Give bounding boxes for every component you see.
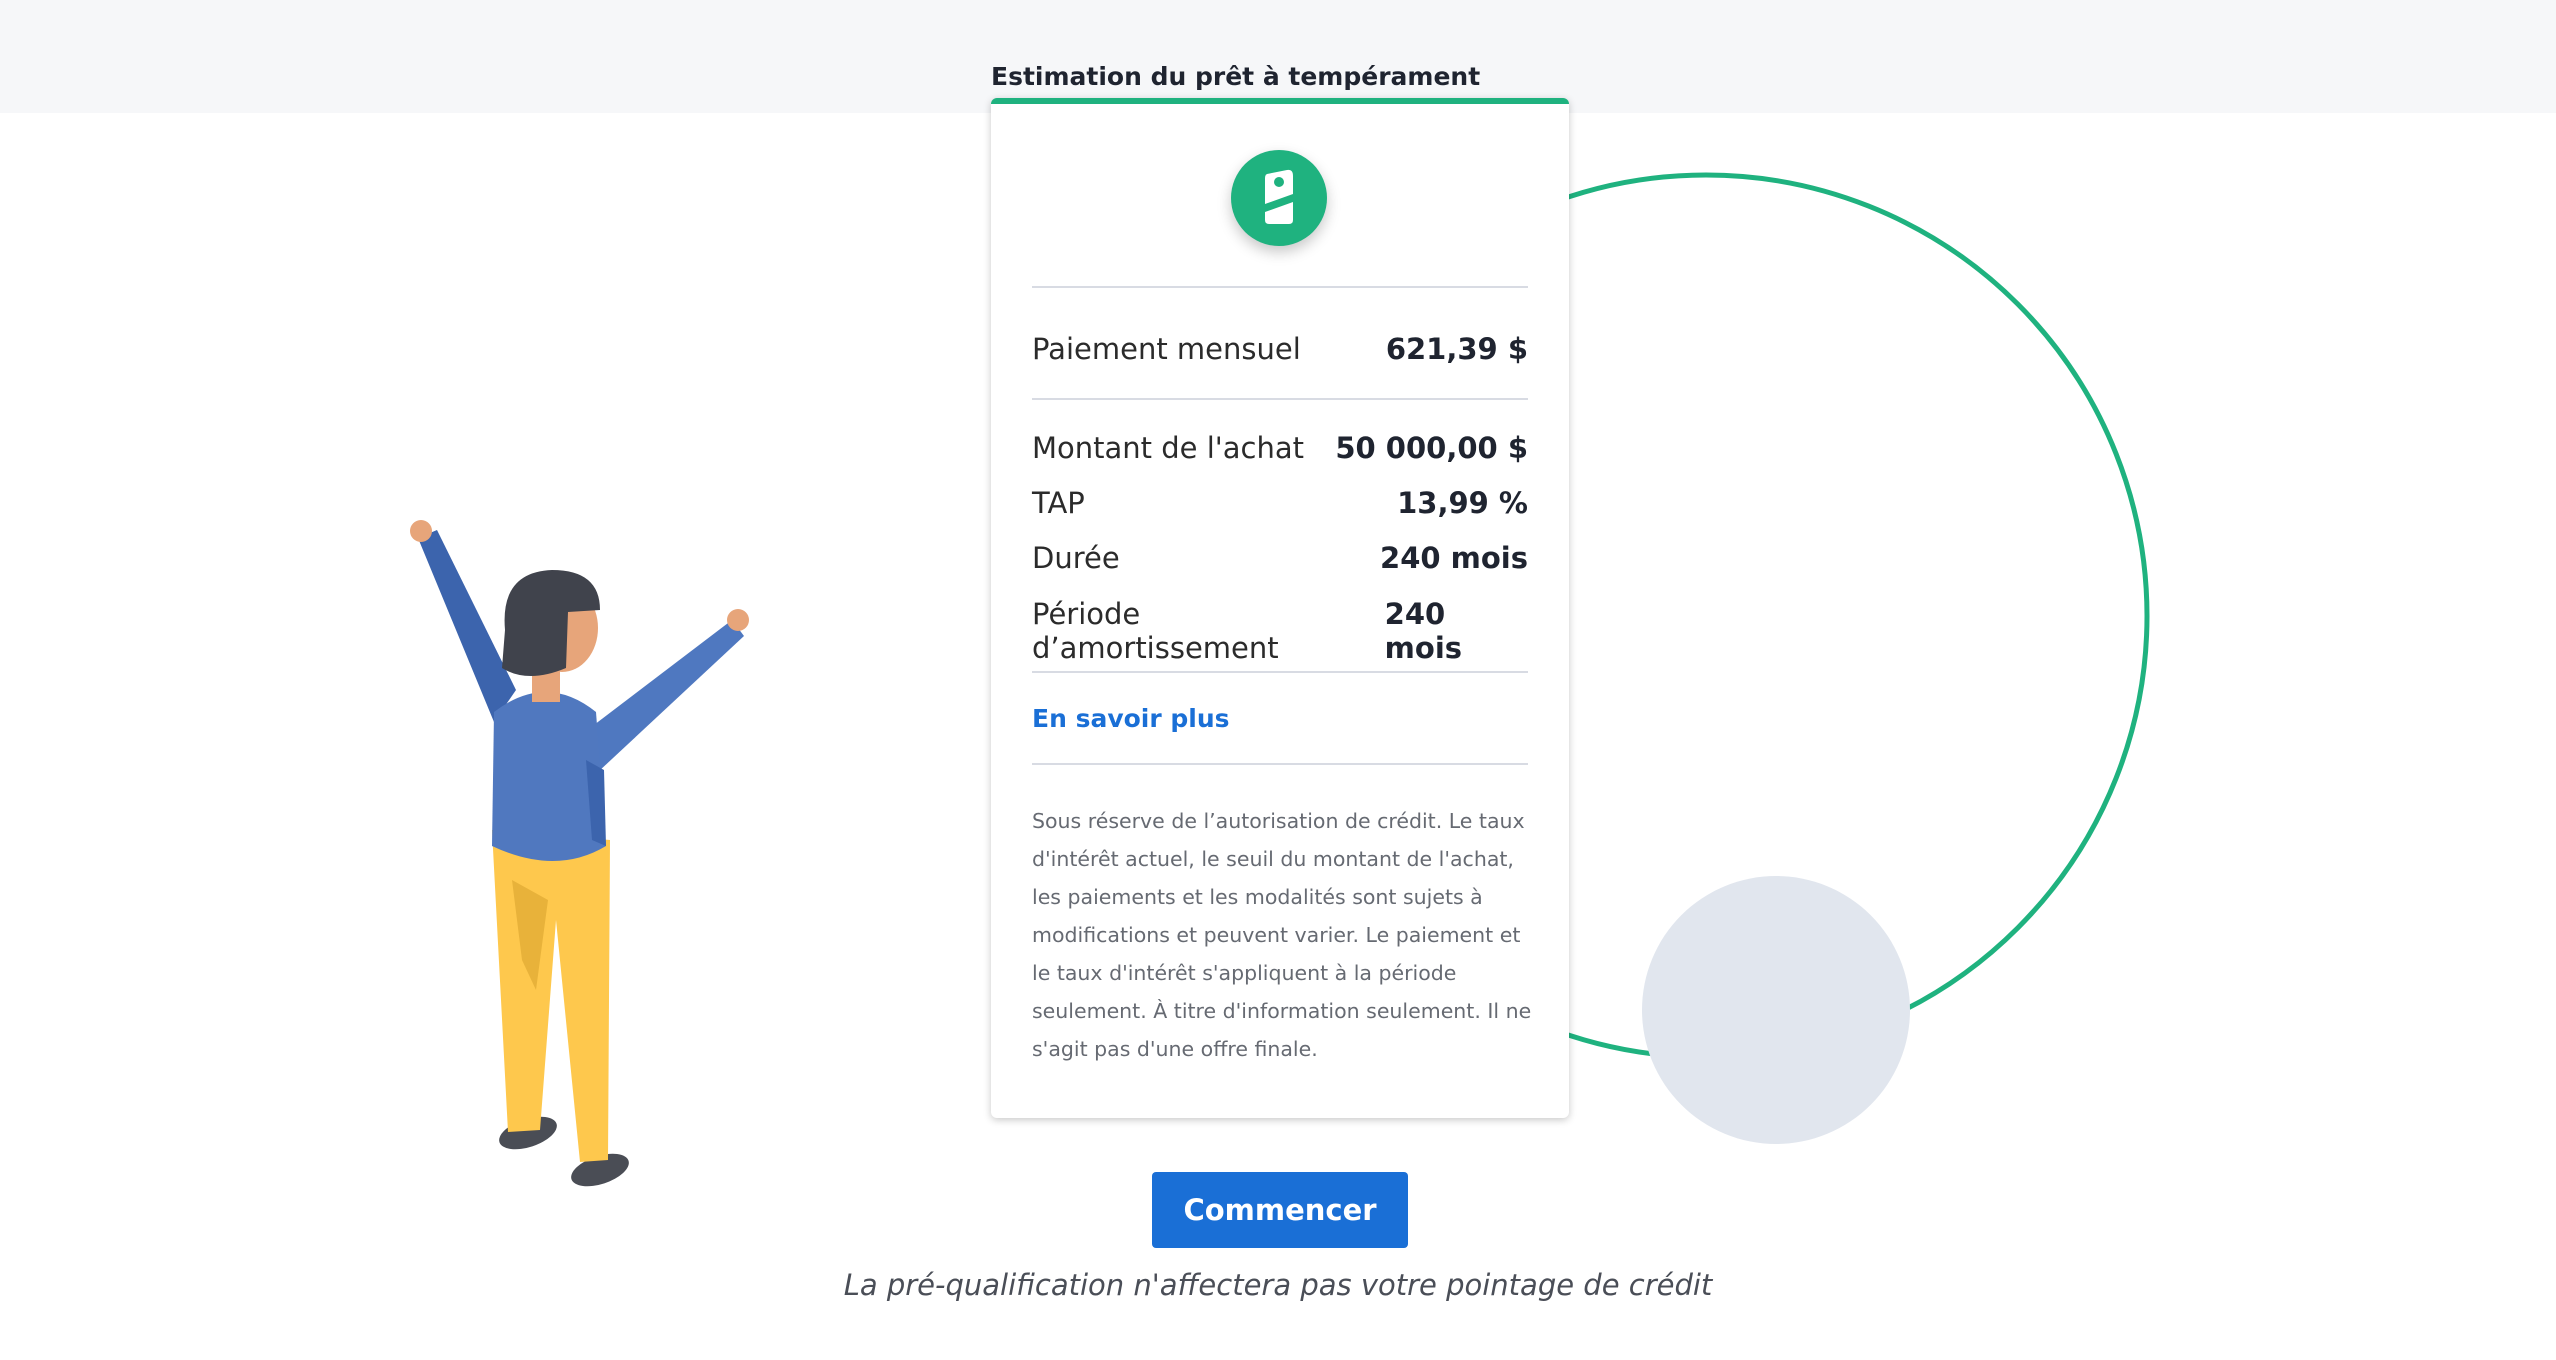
divider-link [1032,763,1528,765]
monthly-payment-value: 621,39 $ [1385,332,1528,366]
badge [1231,150,1327,246]
divider-top [1032,286,1528,288]
start-button[interactable]: Commencer [1152,1172,1408,1248]
prequalification-note: La pré-qualification n'affectera pas vot… [843,1268,1713,1302]
purchase-amount-value: 50 000,00 $ [1335,431,1528,465]
apr-label: TAP [1032,486,1085,520]
term-value: 240 mois [1380,541,1528,575]
amortization-value: 240 mois [1384,597,1463,665]
divider-monthly [1032,398,1528,400]
purchase-amount-row: Montant de l'achat 50 000,00 $ [1032,431,1528,465]
term-row: Durée 240 mois [1032,541,1528,575]
learn-more-link[interactable]: En savoir plus [1032,704,1230,733]
divider-details [1032,671,1528,673]
price-tag-icon [1265,169,1293,224]
disclaimer-text: Sous réserve de l’autorisation de crédit… [1032,809,1532,1061]
loan-estimate-card: Paiement mensuel 621,39 $ Montant de l'a… [991,98,1569,1118]
apr-row: TAP 13,99 % [1032,486,1528,520]
apr-value: 13,99 % [1397,486,1528,520]
purchase-amount-label: Montant de l'achat [1032,431,1304,465]
amortization-row: Période d’amortissement 240 mois [1032,597,1528,665]
term-label: Durée [1032,541,1120,575]
monthly-payment-row: Paiement mensuel 621,39 $ [1032,332,1528,366]
monthly-payment-label: Paiement mensuel [1032,332,1301,366]
card-title: Estimation du prêt à tempérament [991,62,1481,91]
amortization-label: Période d’amortissement [1032,597,1279,665]
